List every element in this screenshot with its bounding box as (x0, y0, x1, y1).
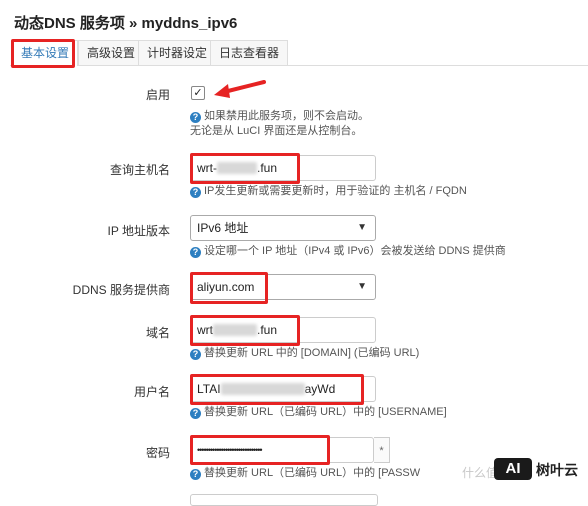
help-icon: ? (190, 408, 201, 419)
lookup-host-input[interactable]: wrt- .fun (190, 155, 376, 181)
enable-label: 启用 (145, 88, 170, 102)
password-label: 密码 (145, 446, 170, 460)
ip-version-help: ? 设定哪一个 IP 地址（IPv4 或 IPv6）会被发送给 DDNS 提供商 (190, 244, 506, 259)
enable-help: ? 如果禁用此服务项，则不会启动。 无论是从 LuCI 界面还是从控制台。 (190, 110, 369, 137)
username-input[interactable]: LTAI ayWd (190, 376, 376, 402)
tab-bar: 基本设置 高级设置 计时器设定 日志查看器 (10, 40, 588, 66)
provider-label: DDNS 服务提供商 (72, 283, 170, 297)
next-field-input[interactable] (190, 494, 378, 506)
help-icon: ? (190, 187, 201, 198)
arrow-annotation (214, 80, 266, 98)
provider-select[interactable]: aliyun.com ▼ (190, 274, 376, 300)
ip-version-label: IP 地址版本 (107, 224, 170, 238)
tab-timer-settings[interactable]: 计时器设定 (138, 40, 217, 65)
chevron-down-icon: ▼ (357, 222, 367, 233)
watermark: 什么值得买 AI 树叶云 (462, 452, 584, 488)
lookup-host-label: 查询主机名 (109, 163, 170, 177)
reveal-password-button[interactable]: * (374, 437, 390, 463)
tab-advanced-settings[interactable]: 高级设置 (78, 40, 145, 65)
username-label: 用户名 (133, 385, 170, 399)
help-icon: ? (190, 469, 201, 480)
tab-basic-settings[interactable]: 基本设置 (12, 40, 79, 66)
tab-log-viewer[interactable]: 日志查看器 (210, 40, 289, 65)
help-icon: ? (190, 247, 201, 258)
lookup-host-help: ? IP发生更新或需要更新时，用于验证的 主机名 / FQDN (190, 184, 467, 199)
domain-input[interactable]: wrt .fun (190, 317, 376, 343)
domain-label: 域名 (145, 326, 170, 340)
password-help: ? 替换更新 URL（已编码 URL）中的 [PASSW (190, 466, 420, 481)
chevron-down-icon: ▼ (357, 281, 367, 292)
enable-checkbox[interactable]: ✓ (191, 86, 205, 100)
watermark-text: 树叶云 (536, 462, 578, 478)
watermark-ai-logo: AI (494, 458, 532, 480)
ip-version-select[interactable]: IPv6 地址 ▼ (190, 215, 376, 241)
domain-help: ? 替换更新 URL 中的 [DOMAIN] (已编码 URL) (190, 346, 419, 361)
help-icon: ? (190, 112, 201, 123)
help-icon: ? (190, 349, 201, 360)
username-help: ? 替换更新 URL（已编码 URL）中的 [USERNAME] (190, 405, 447, 420)
page-title: 动态DNS 服务项 » myddns_ipv6 (14, 15, 238, 32)
check-icon: ✓ (193, 87, 203, 99)
password-input[interactable]: •••••••••••••••••••••••••••••• (190, 437, 374, 463)
